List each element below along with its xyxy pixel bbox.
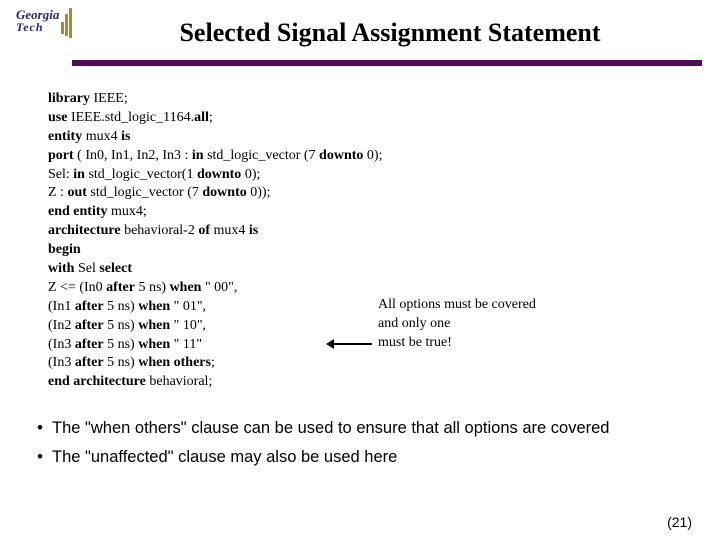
title-rule (72, 60, 702, 66)
annotation-line: All options must be covered (378, 296, 536, 315)
slide-number: (21) (667, 514, 692, 530)
annotation-text: All options must be covered and only one… (378, 296, 536, 353)
slide-title: Selected Signal Assignment Statement (78, 8, 702, 50)
bullet-text: The "unaffected" clause may also be used… (52, 447, 397, 468)
bullet-icon: • (28, 447, 52, 468)
list-item: • The "unaffected" clause may also be us… (28, 447, 690, 468)
annotation-line: must be true! (378, 334, 536, 353)
logo-text: Georgia Tech (16, 8, 59, 33)
arrow-left-icon (326, 339, 372, 349)
georgia-tech-logo: Georgia Tech (16, 8, 96, 48)
logo-line2: Tech (16, 21, 59, 33)
bullet-list: • The "when others" clause can be used t… (28, 418, 690, 477)
bullet-text: The "when others" clause can be used to … (52, 418, 609, 439)
slide: Georgia Tech Selected Signal Assignment … (0, 0, 720, 540)
logo-bars-icon (61, 8, 72, 38)
slide-body: library IEEE; use IEEE.std_logic_1164.al… (48, 90, 690, 392)
list-item: • The "when others" clause can be used t… (28, 418, 690, 439)
annotation-line: and only one (378, 315, 536, 334)
bullet-icon: • (28, 418, 52, 439)
